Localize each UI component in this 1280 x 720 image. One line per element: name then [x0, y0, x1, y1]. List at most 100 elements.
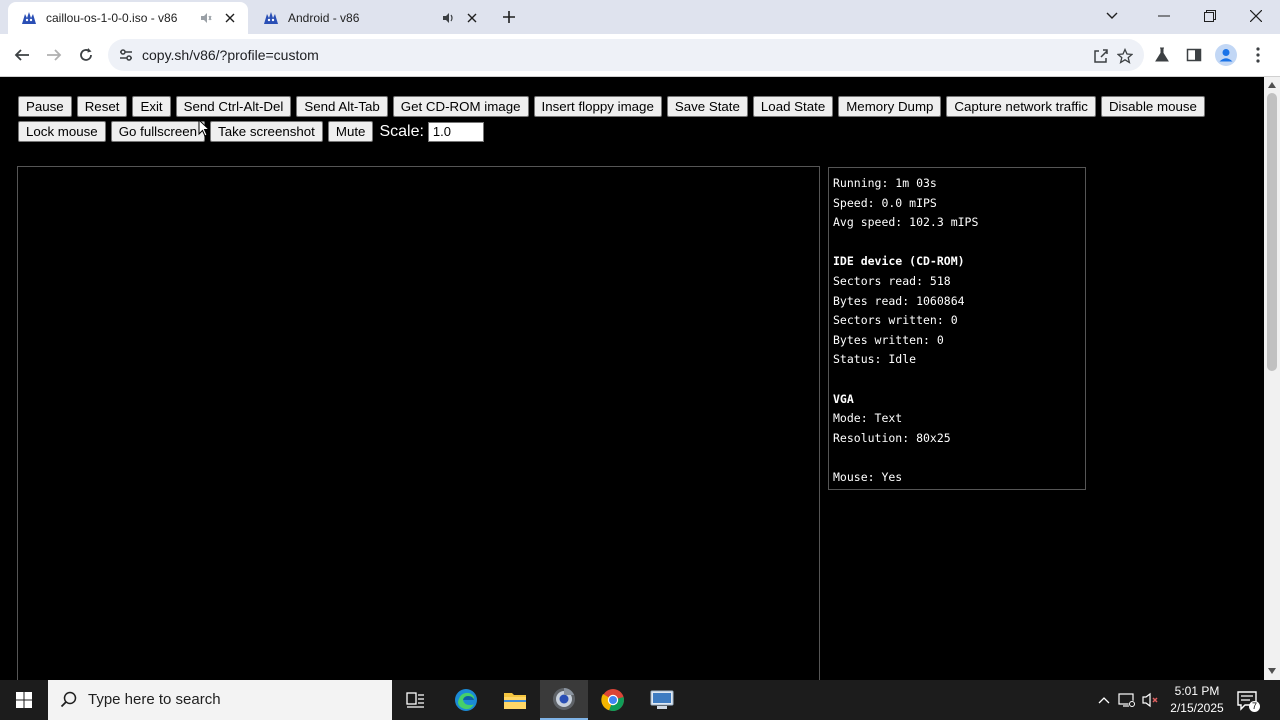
close-window-button[interactable]	[1234, 0, 1278, 32]
stat-sectors-read: Sectors read: 518	[833, 273, 951, 288]
share-icon[interactable]	[1092, 47, 1110, 65]
close-tab-icon[interactable]	[220, 8, 240, 28]
speaker-muted-icon[interactable]	[198, 10, 214, 26]
network-app[interactable]	[638, 680, 686, 720]
site-info-icon	[120, 49, 132, 61]
notification-center-button[interactable]: 7	[1236, 690, 1260, 712]
side-panel-icon[interactable]	[1182, 43, 1206, 67]
stat-mouse: Mouse: Yes	[833, 469, 903, 484]
minimize-button[interactable]	[1142, 0, 1186, 32]
network-computer-icon	[650, 690, 674, 709]
system-clock[interactable]: 5:01 PM 2/15/2025	[1164, 683, 1230, 717]
scrollbar-thumb[interactable]	[1267, 93, 1277, 371]
reload-icon	[80, 48, 92, 61]
chrome-app[interactable]	[589, 680, 637, 720]
stat-bytes-written: Bytes written: 0	[833, 332, 944, 347]
tab-android[interactable]: Android - v86	[250, 2, 490, 34]
network-status-icon[interactable]	[1117, 690, 1137, 710]
forward-button[interactable]	[42, 43, 66, 67]
close-icon	[1250, 10, 1262, 22]
stat-sectors-written: Sectors written: 0	[833, 313, 958, 328]
send-alt-tab-button[interactable]: Send Alt-Tab	[296, 96, 388, 117]
chrome-dev-app[interactable]	[540, 680, 588, 720]
pause-button[interactable]: Pause	[18, 96, 72, 117]
tab-title: Android - v86	[288, 11, 360, 25]
address-bar[interactable]: copy.sh/v86/?profile=custom	[108, 39, 1144, 71]
clock-time: 5:01 PM	[1174, 684, 1220, 698]
v86-favicon-icon	[262, 9, 280, 27]
task-view-button[interactable]	[392, 680, 440, 720]
reload-button[interactable]	[74, 43, 98, 67]
chevron-up-icon	[1098, 697, 1110, 704]
plus-icon	[503, 11, 515, 23]
speaker-icon[interactable]	[440, 10, 456, 26]
tab-title: caillou-os-1-0-0.iso - v86	[46, 11, 178, 25]
exit-button[interactable]: Exit	[132, 96, 171, 117]
task-view-icon	[406, 692, 424, 708]
emulator-screen[interactable]	[17, 166, 820, 680]
scale-label: Scale:	[379, 122, 424, 140]
labs-flask-icon[interactable]	[1150, 43, 1174, 67]
restore-button[interactable]	[1188, 0, 1232, 32]
restore-icon	[1204, 10, 1216, 22]
show-hidden-icons-button[interactable]	[1094, 690, 1114, 710]
taskbar-search-box[interactable]: Type here to search	[48, 680, 392, 720]
stat-avg-speed: Avg speed: 102.3 mIPS	[833, 215, 979, 230]
close-tab-icon[interactable]	[462, 8, 482, 28]
page-content: Pause Reset Exit Send Ctrl-Alt-Del Send …	[0, 77, 1264, 680]
mute-button[interactable]: Mute	[327, 121, 374, 142]
profile-avatar-icon[interactable]	[1214, 43, 1238, 67]
windows-logo-icon	[16, 692, 32, 708]
stat-status: Status: Idle	[833, 352, 917, 367]
file-explorer-app[interactable]	[491, 680, 539, 720]
arrow-left-icon	[14, 49, 29, 61]
url-text: copy.sh/v86/?profile=custom	[142, 47, 319, 63]
controls-row-1: Pause Reset Exit Send Ctrl-Alt-Del Send …	[18, 96, 1238, 117]
windows-taskbar: Type here to search 5:01 PM 2/15/2025 7	[0, 680, 1280, 720]
folder-icon	[504, 693, 526, 709]
start-button[interactable]	[0, 680, 48, 720]
browser-toolbar: copy.sh/v86/?profile=custom	[0, 34, 1280, 77]
scroll-up-icon[interactable]	[1268, 81, 1276, 89]
menu-kebab-icon[interactable]	[1246, 43, 1270, 67]
save-state-button[interactable]: Save State	[666, 96, 748, 117]
reset-button[interactable]: Reset	[76, 96, 128, 117]
stat-resolution: Resolution: 80x25	[833, 430, 951, 445]
page-scrollbar[interactable]	[1264, 77, 1280, 680]
lock-mouse-button[interactable]: Lock mouse	[18, 121, 106, 142]
scale-input[interactable]	[427, 121, 484, 142]
send-ctrl-alt-del-button[interactable]: Send Ctrl-Alt-Del	[175, 96, 292, 117]
search-placeholder: Type here to search	[88, 691, 221, 708]
memory-dump-button[interactable]: Memory Dump	[838, 96, 942, 117]
minimize-icon	[1158, 15, 1170, 17]
search-icon	[60, 691, 77, 708]
arrow-right-icon	[47, 49, 62, 61]
go-fullscreen-button[interactable]: Go fullscreen	[110, 121, 206, 142]
vga-heading: VGA	[833, 391, 854, 406]
chrome-icon	[601, 689, 624, 712]
new-tab-button[interactable]	[498, 6, 520, 28]
chrome-dev-icon	[553, 688, 575, 710]
tab-strip: caillou-os-1-0-0.iso - v86 Android - v86	[0, 0, 1280, 34]
stat-running: Running: 1m 03s	[833, 176, 937, 190]
bookmark-star-icon[interactable]	[1116, 47, 1134, 65]
tab-search-button[interactable]	[1090, 0, 1134, 32]
disable-mouse-button[interactable]: Disable mouse	[1100, 96, 1205, 117]
tab-caillou[interactable]: caillou-os-1-0-0.iso - v86	[8, 2, 248, 34]
edge-icon	[455, 689, 477, 711]
stat-mode: Mode: Text	[833, 411, 903, 426]
take-screenshot-button[interactable]: Take screenshot	[210, 121, 323, 142]
mouse-cursor-icon	[198, 119, 210, 137]
capture-network-traffic-button[interactable]: Capture network traffic	[946, 96, 1096, 117]
get-cdrom-image-button[interactable]: Get CD-ROM image	[392, 96, 529, 117]
load-state-button[interactable]: Load State	[752, 96, 834, 117]
scroll-down-icon[interactable]	[1268, 667, 1276, 675]
edge-app[interactable]	[442, 680, 490, 720]
stat-bytes-read: Bytes read: 1060864	[833, 293, 965, 308]
volume-muted-icon[interactable]	[1141, 690, 1161, 710]
insert-floppy-image-button[interactable]: Insert floppy image	[533, 96, 662, 117]
runtime-info-panel: Running: 1m 03s Speed: 0.0 mIPS Avg spee…	[828, 167, 1086, 490]
v86-favicon-icon	[20, 9, 38, 27]
back-button[interactable]	[10, 43, 34, 67]
stat-speed: Speed: 0.0 mIPS	[833, 195, 937, 210]
